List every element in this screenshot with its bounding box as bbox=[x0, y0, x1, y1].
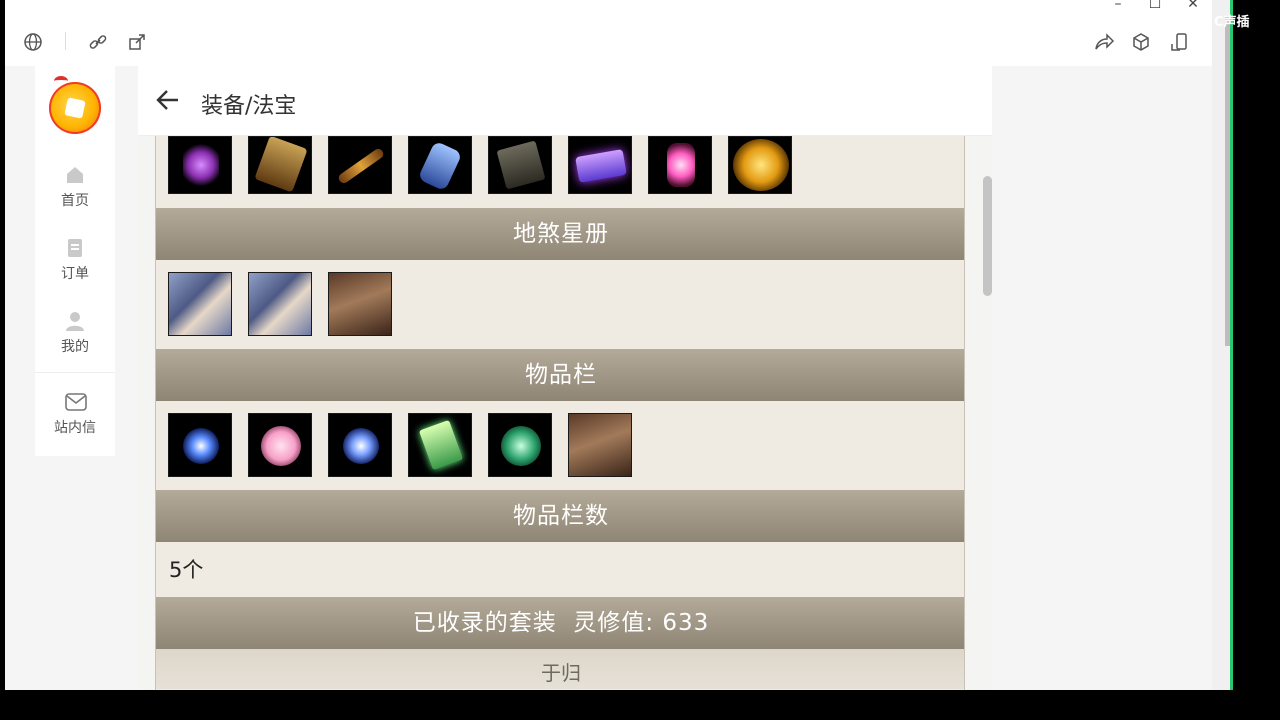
artifact-row bbox=[156, 136, 964, 194]
lantern-artifact-item[interactable] bbox=[168, 136, 232, 194]
equipment-panel: 装备/法宝 地煞星册 物品栏 物品栏数 5个 已收录的套装 灵修值: 633 于… bbox=[138, 66, 992, 690]
artifact-art bbox=[575, 149, 627, 183]
link-icon[interactable] bbox=[87, 31, 109, 53]
artifact-art bbox=[667, 143, 695, 187]
card-warrior-man-item[interactable] bbox=[328, 272, 392, 336]
scrollbar-thumb[interactable] bbox=[983, 176, 992, 296]
sidebar-item-label: 站内信 bbox=[54, 420, 96, 436]
set-item-yugui[interactable]: 于归 bbox=[156, 649, 964, 689]
external-link-icon[interactable] bbox=[126, 31, 148, 53]
blue-gem-item[interactable] bbox=[168, 413, 232, 477]
title-bar: – ☐ ✕ bbox=[5, 0, 1212, 66]
order-icon bbox=[64, 237, 86, 259]
maximize-button[interactable]: ☐ bbox=[1145, 0, 1165, 14]
card-art bbox=[329, 273, 391, 335]
inventory-row bbox=[156, 413, 964, 477]
globe-icon[interactable] bbox=[22, 31, 44, 53]
gem-art bbox=[418, 419, 464, 471]
artifact-art bbox=[254, 137, 308, 193]
dark-edge bbox=[1233, 0, 1280, 720]
sidebar-item-label: 我的 bbox=[61, 339, 89, 355]
overlay-label: C声插 bbox=[1214, 15, 1250, 30]
artifact-art bbox=[496, 140, 546, 190]
book-artifact-item[interactable] bbox=[488, 136, 552, 194]
app-sidebar: 首页 订单 我的 站内信 bbox=[35, 66, 115, 456]
sidebar-item-messages[interactable]: 站内信 bbox=[35, 391, 115, 437]
toolbar-divider bbox=[65, 32, 66, 50]
gauntlet-artifact-item[interactable] bbox=[408, 136, 472, 194]
sidebar-item-label: 订单 bbox=[61, 266, 89, 282]
sidebar-item-orders[interactable]: 订单 bbox=[35, 237, 115, 283]
scroll-artifact-item[interactable] bbox=[568, 136, 632, 194]
gem-art bbox=[343, 428, 379, 464]
artifact-art bbox=[417, 140, 463, 192]
gem-art bbox=[501, 426, 541, 466]
phone-icon[interactable] bbox=[1168, 31, 1190, 53]
tablet-artifact-item[interactable] bbox=[248, 136, 312, 194]
card-warrior-man-inventory-item[interactable] bbox=[568, 413, 632, 477]
inventory-count-value: 5个 bbox=[169, 558, 204, 582]
close-button[interactable]: ✕ bbox=[1183, 0, 1203, 14]
card-warrior-woman-2-item[interactable] bbox=[248, 272, 312, 336]
green-card-item[interactable] bbox=[408, 413, 472, 477]
app-window: – ☐ ✕ 首页 订单 我的 站内信 装备/法宝 地煞星册 物品栏 物品栏数 5… bbox=[5, 0, 1212, 690]
pink-heart-item[interactable] bbox=[248, 413, 312, 477]
card-art bbox=[249, 273, 311, 335]
sidebar-item-me[interactable]: 我的 bbox=[35, 310, 115, 356]
lamp-artifact-item[interactable] bbox=[648, 136, 712, 194]
user-icon bbox=[64, 310, 86, 332]
gem-art bbox=[261, 426, 301, 466]
minimize-button[interactable]: – bbox=[1108, 0, 1128, 14]
cube-icon[interactable] bbox=[1130, 31, 1152, 53]
section-header-disha: 地煞星册 bbox=[156, 208, 964, 260]
artifact-art bbox=[733, 139, 789, 191]
card-art bbox=[569, 414, 631, 476]
mail-icon bbox=[64, 391, 87, 413]
home-icon bbox=[64, 164, 86, 186]
artifact-art bbox=[183, 143, 219, 187]
app-logo bbox=[49, 82, 101, 134]
disha-card-row bbox=[156, 272, 964, 336]
gem-art bbox=[183, 428, 219, 464]
share-icon[interactable] bbox=[1093, 31, 1115, 53]
sidebar-item-home[interactable]: 首页 bbox=[35, 164, 115, 210]
equipment-content: 地煞星册 物品栏 物品栏数 5个 已收录的套装 灵修值: 633 于归 bbox=[155, 136, 965, 690]
card-warrior-woman-item[interactable] bbox=[168, 272, 232, 336]
green-orb-item[interactable] bbox=[488, 413, 552, 477]
sidebar-item-label: 首页 bbox=[61, 193, 89, 209]
panel-header: 装备/法宝 bbox=[138, 66, 992, 136]
section-header-inventory: 物品栏 bbox=[156, 349, 964, 401]
section-header-inventory-count: 物品栏数 bbox=[156, 490, 964, 542]
sidebar-divider bbox=[35, 372, 115, 373]
logo-bow-icon bbox=[54, 76, 68, 86]
page-title: 装备/法宝 bbox=[201, 94, 297, 119]
artifact-art bbox=[336, 146, 386, 186]
gold-artifact-item[interactable] bbox=[728, 136, 792, 194]
blue-crystal-item[interactable] bbox=[328, 413, 392, 477]
card-art bbox=[169, 273, 231, 335]
section-header-sets: 已收录的套装 灵修值: 633 bbox=[156, 597, 964, 649]
back-arrow-icon[interactable] bbox=[154, 86, 184, 116]
flute-artifact-item[interactable] bbox=[328, 136, 392, 194]
